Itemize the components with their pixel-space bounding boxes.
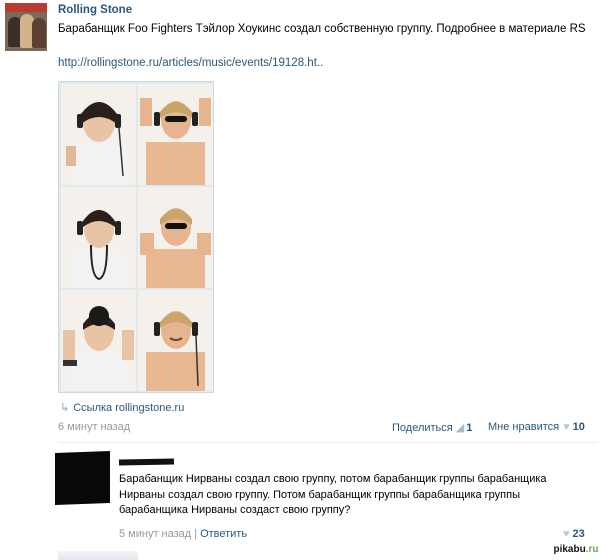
post-text: Барабанщик Foo Fighters Тэйлор Хоукинс с…: [58, 23, 586, 35]
reply-button[interactable]: Ответить: [200, 528, 247, 540]
attachment-link[interactable]: ↳ Ссылка rollingstone.ru: [60, 401, 184, 414]
comment-timestamp[interactable]: 5 минут назад: [119, 528, 191, 540]
like-label: Мне нравится: [488, 421, 560, 433]
share-label: Поделиться: [392, 422, 453, 434]
photo-hawkins-2: [138, 187, 213, 288]
photo-drummer-1: [61, 84, 136, 185]
photo-hawkins-1: [138, 84, 213, 185]
post-author-link[interactable]: Rolling Stone: [58, 4, 132, 16]
megaphone-icon: ◢: [455, 422, 465, 434]
separator: |: [194, 528, 198, 540]
watermark-part-2: .ru: [585, 544, 599, 555]
comment-text: Барабанщик Нирваны создал свою группу, п…: [119, 473, 547, 516]
post-timestamp[interactable]: 6 минут назад: [58, 421, 130, 433]
post-url-link[interactable]: http://rollingstone.ru/articles/music/ev…: [58, 57, 323, 69]
comment-like-count: 23: [572, 528, 585, 540]
author-avatar[interactable]: [5, 3, 47, 51]
share-button[interactable]: Поделиться ◢ 1: [392, 421, 472, 434]
photo-drummer-3: [61, 290, 136, 391]
heart-icon: ♥: [563, 421, 570, 433]
like-count: 10: [572, 421, 585, 433]
photo-hawkins-3: [138, 290, 213, 391]
comment-meta: 5 минут назад | Ответить: [119, 528, 247, 540]
photo-drummer-2: [61, 187, 136, 288]
photo-attachment[interactable]: [58, 81, 214, 393]
comment-avatar-redacted[interactable]: [55, 451, 110, 505]
heart-icon: ♥: [563, 528, 570, 540]
next-comment-edge: [58, 551, 138, 560]
avatar-figure: [32, 18, 46, 48]
pikabu-watermark: pikabu.ru: [548, 543, 604, 557]
attachment-link-label: Ссылка rollingstone.ru: [73, 402, 185, 414]
magazine-logo: [5, 3, 47, 12]
watermark-part-1: pikabu: [553, 544, 586, 555]
comment-like-button[interactable]: ♥ 23: [563, 528, 585, 540]
share-count: 1: [466, 422, 473, 434]
link-arrow-icon: ↳: [60, 402, 70, 414]
like-button[interactable]: Мне нравится ♥ 10: [488, 421, 585, 433]
comment-author-redacted[interactable]: [118, 458, 175, 466]
